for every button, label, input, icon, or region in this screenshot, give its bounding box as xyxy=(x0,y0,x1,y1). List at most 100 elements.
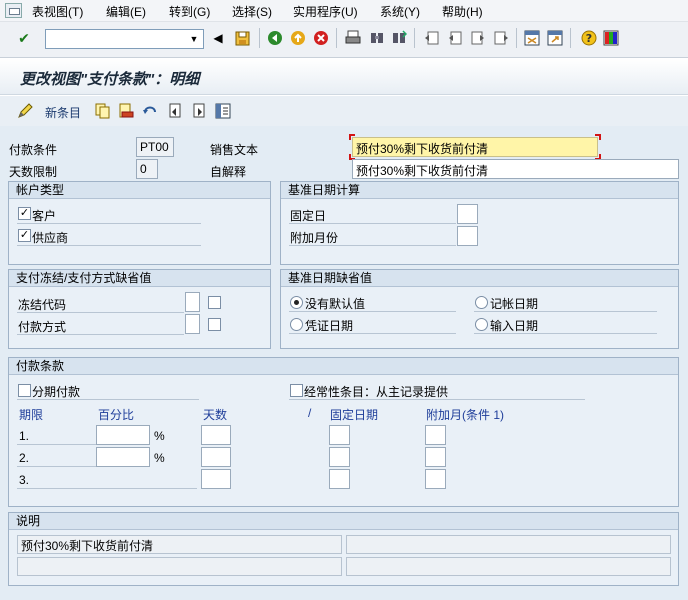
next-page-icon[interactable] xyxy=(469,29,487,47)
print-icon[interactable] xyxy=(344,29,362,47)
previous-entry-icon[interactable] xyxy=(166,102,183,119)
change-display-icon[interactable] xyxy=(16,102,33,119)
term-row-label: 2. xyxy=(19,451,30,465)
payment-method-field[interactable] xyxy=(185,314,200,334)
percent-sign: % xyxy=(154,429,165,443)
undo-icon[interactable] xyxy=(141,102,158,119)
divider xyxy=(17,245,201,246)
vendor-checkbox[interactable]: ✓ xyxy=(18,229,31,242)
installment-label: 分期付款 xyxy=(32,385,81,399)
payment-block-title: 支付冻结/支付方式缺省值 xyxy=(9,270,270,287)
first-page-icon[interactable] xyxy=(423,29,441,47)
system-menu-icon[interactable] xyxy=(5,3,22,18)
baseline-default-group: 基准日期缺省值 没有默认值 记帐日期 凭证日期 输入日期 xyxy=(280,269,679,349)
no-default-label: 没有默认值 xyxy=(305,297,366,311)
standard-toolbar: ✔ ▼ ◀ ? xyxy=(0,22,688,58)
back-icon[interactable] xyxy=(266,29,284,47)
col-add-month-header: 附加月(条件 1) xyxy=(426,408,505,422)
payment-terms-title: 付款条款 xyxy=(9,358,678,375)
own-explanation-field[interactable]: 预付30%剩下收货前付清 xyxy=(352,159,679,179)
toolbar-separator xyxy=(516,28,517,48)
cancel-icon[interactable] xyxy=(312,29,330,47)
menu-goto[interactable]: 转到(G) xyxy=(169,3,210,20)
fixed-date-field-1[interactable] xyxy=(329,425,350,445)
customer-checkbox[interactable]: ✓ xyxy=(18,207,31,220)
col-percent-header: 百分比 xyxy=(98,408,135,422)
term-row-label: 1. xyxy=(19,429,30,443)
days-field-2[interactable] xyxy=(201,447,231,467)
document-date-radio[interactable] xyxy=(290,318,303,331)
percent-field-1[interactable] xyxy=(96,425,150,445)
new-entries-button[interactable]: 新条目 xyxy=(45,104,81,121)
enter-icon[interactable]: ✔ xyxy=(15,29,33,47)
toolbar-separator xyxy=(414,28,415,48)
own-explanation-label: 自解释 xyxy=(210,165,247,179)
previous-page-icon[interactable] xyxy=(446,29,464,47)
baseline-calc-group: 基准日期计算 固定日 附加月份 xyxy=(280,181,679,265)
delete-icon[interactable] xyxy=(117,102,134,119)
back-arrow-icon[interactable]: ◀ xyxy=(209,29,227,47)
fixed-date-field-3[interactable] xyxy=(329,469,350,489)
add-month-field-1[interactable] xyxy=(425,425,446,445)
fixed-day-field[interactable] xyxy=(457,204,478,224)
save-icon[interactable] xyxy=(233,29,251,47)
add-month-field-2[interactable] xyxy=(425,447,446,467)
shortcut-icon[interactable] xyxy=(546,29,564,47)
percent-field-2[interactable] xyxy=(96,447,150,467)
command-field[interactable]: ▼ xyxy=(45,29,204,49)
entry-date-label: 输入日期 xyxy=(490,319,539,333)
divider xyxy=(289,399,585,400)
menu-help[interactable]: 帮助(H) xyxy=(442,3,483,20)
block-key-label: 冻结代码 xyxy=(18,298,67,312)
days-field-1[interactable] xyxy=(201,425,231,445)
new-session-icon[interactable] xyxy=(523,29,541,47)
col-period-header: 期限 xyxy=(19,408,44,422)
payment-terms-field[interactable]: PT00 xyxy=(136,137,174,157)
add-month-field-3[interactable] xyxy=(425,469,446,489)
chevron-down-icon[interactable]: ▼ xyxy=(187,32,201,46)
block-key-field[interactable] xyxy=(185,292,200,312)
day-limit-field[interactable]: 0 xyxy=(136,159,158,179)
baseline-calc-title: 基准日期计算 xyxy=(281,182,678,199)
explanation-line xyxy=(17,557,342,576)
divider xyxy=(17,334,184,335)
next-entry-icon[interactable] xyxy=(190,102,207,119)
divider xyxy=(289,311,456,312)
fixed-date-field-2[interactable] xyxy=(329,447,350,467)
installment-checkbox[interactable] xyxy=(18,384,31,397)
menu-edit[interactable]: 编辑(E) xyxy=(106,3,146,20)
menu-utilities[interactable]: 实用程序(U) xyxy=(293,3,358,20)
last-page-icon[interactable] xyxy=(492,29,510,47)
col-slash-header: / xyxy=(308,406,312,420)
additional-months-field[interactable] xyxy=(457,226,478,246)
layout-icon[interactable] xyxy=(602,29,620,47)
day-limit-label: 天数限制 xyxy=(9,165,58,179)
find-icon[interactable] xyxy=(368,29,386,47)
variable-list-icon[interactable] xyxy=(214,102,231,119)
find-next-icon[interactable] xyxy=(390,29,408,47)
sales-text-field[interactable]: 预付30%剩下收货前付清 xyxy=(352,137,598,157)
focus-marker xyxy=(349,134,355,140)
block-key-search-checkbox[interactable] xyxy=(208,296,221,309)
menu-select[interactable]: 选择(S) xyxy=(232,3,272,20)
menu-system[interactable]: 系统(Y) xyxy=(380,3,420,20)
col-fixed-date-header: 固定日期 xyxy=(330,408,379,422)
menu-table-view[interactable]: 表视图(T) xyxy=(32,3,83,20)
recurring-checkbox[interactable] xyxy=(290,384,303,397)
entry-date-radio[interactable] xyxy=(475,318,488,331)
help-icon[interactable]: ? xyxy=(580,29,598,47)
posting-date-radio[interactable] xyxy=(475,296,488,309)
days-field-3[interactable] xyxy=(201,469,231,489)
payment-block-group: 支付冻结/支付方式缺省值 冻结代码 付款方式 xyxy=(8,269,271,349)
copy-icon[interactable] xyxy=(94,102,111,119)
exit-icon[interactable] xyxy=(289,29,307,47)
toolbar-separator xyxy=(259,28,260,48)
menu-bar: 表视图(T) 编辑(E) 转到(G) 选择(S) 实用程序(U) 系统(Y) 帮… xyxy=(0,0,688,22)
no-default-radio[interactable] xyxy=(290,296,303,309)
divider xyxy=(289,333,456,334)
payment-method-search-checkbox[interactable] xyxy=(208,318,221,331)
explanation-line xyxy=(346,557,671,576)
account-type-title: 帐户类型 xyxy=(9,182,270,199)
explanation-group: 说明 预付30%剩下收货前付清 xyxy=(8,512,679,586)
main-area: 付款条件 PT00 天数限制 0 销售文本 预付30%剩下收货前付清 自解释 预… xyxy=(0,126,688,600)
